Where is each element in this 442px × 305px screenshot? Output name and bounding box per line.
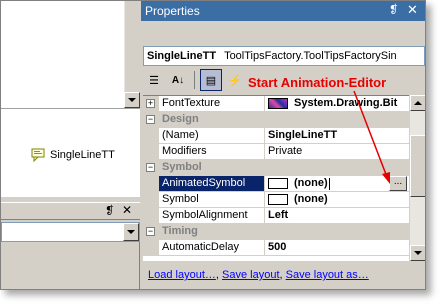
events-button[interactable]: ⚡ [224,69,246,91]
row-margin [143,128,159,143]
text-cursor [328,177,330,190]
property-value[interactable]: 500 [265,240,409,255]
command-separator: , [279,269,283,281]
scroll-up-button[interactable] [410,95,425,111]
property-name: (Name) [159,128,265,143]
component-label: SingleLineTT [50,149,115,161]
row-margin [143,240,159,255]
value-text: System.Drawing.Bit [294,97,398,109]
scroll-up-icon [414,101,422,105]
close-icon[interactable]: ✕ [122,203,132,217]
property-row-symbolalignment[interactable]: SymbolAlignment Left [143,208,409,224]
properties-view-button[interactable]: ▤ [200,69,222,91]
left-panel-body [1,242,140,289]
value-text: SingleLineTT [268,129,338,141]
collapse-icon[interactable]: − [146,163,155,172]
property-grid-scrollbar[interactable] [409,95,425,261]
row-margin: − [143,160,159,175]
load-layout-link[interactable]: Load layout… [148,269,216,281]
value-text: Left [268,209,289,221]
property-value[interactable]: Private [265,144,409,159]
property-name: Symbol [159,192,265,207]
category-name: Timing [162,225,198,237]
left-panel-combo[interactable] [1,222,140,242]
category-row-timing[interactable]: − Timing [143,224,409,240]
ellipsis-button[interactable]: ... [389,176,407,191]
properties-icon: ▤ [205,74,217,87]
category-row-design[interactable]: − Design [143,112,409,128]
screenshot-frame: SingleLineTT ❡ ✕ Properties ❡ ✕ SingleLi… [0,0,426,290]
scroll-down-icon [128,98,136,102]
dropdown-button[interactable] [123,223,139,241]
left-panel-title-bar [1,202,140,220]
collapse-icon[interactable]: − [146,115,155,124]
property-name: AutomaticDelay [159,240,265,255]
save-layout-link[interactable]: Save layout [222,269,279,281]
properties-title-bar: Properties [141,1,425,21]
properties-window: Properties ❡ ✕ SingleLineTT ToolTipsFact… [141,1,425,289]
toolbar-separator [194,71,195,89]
tooltip-component[interactable]: SingleLineTT [31,146,115,164]
property-row-modifiers[interactable]: Modifiers Private [143,144,409,160]
property-name: FontTexture [159,96,265,111]
designer-scroll-down-button[interactable] [124,92,140,108]
value-text: 500 [268,241,287,253]
row-margin [143,192,159,207]
row-margin: − [143,112,159,127]
category-name: Symbol [162,161,202,173]
collapse-icon[interactable]: − [146,227,155,236]
row-margin [143,144,159,159]
value-text: Private [268,145,303,157]
property-grid: + FontTexture System.Drawing.Bit − Desig… [143,95,409,261]
property-value[interactable]: SingleLineTT [265,128,409,143]
expand-icon[interactable]: + [146,99,155,108]
dropdown-arrow-icon [127,230,135,234]
events-icon: ⚡ [228,74,242,87]
categorized-button[interactable]: ☰ [143,69,165,91]
row-margin: − [143,224,159,239]
commands-pane: Load layout…, Save layout, Save layout a… [141,263,425,289]
pin-icon[interactable]: ❡ [389,3,398,16]
annotation-label: Start Animation-Editor [248,75,387,90]
properties-title: Properties [145,4,200,18]
property-row-fonttexture[interactable]: + FontTexture System.Drawing.Bit [143,96,409,112]
image-swatch [268,98,288,109]
property-name: SymbolAlignment [159,208,265,223]
category-row-symbol[interactable]: − Symbol [143,160,409,176]
tooltip-component-icon [31,148,47,163]
close-icon[interactable]: ✕ [407,2,418,18]
alphabetical-icon: A↓ [171,74,185,86]
object-name: SingleLineTT [147,50,217,62]
scroll-down-icon [414,251,422,255]
alphabetical-button[interactable]: A↓ [167,69,189,91]
property-value[interactable]: (none) [265,192,409,207]
row-margin [143,176,159,191]
property-row-name[interactable]: (Name) SingleLineTT [143,128,409,144]
row-margin: + [143,96,159,111]
property-value[interactable]: Left [265,208,409,223]
scroll-thumb[interactable] [410,135,425,197]
value-text: (none) [294,193,328,205]
color-swatch [268,178,288,189]
command-separator: , [215,269,219,281]
property-name: Modifiers [159,144,265,159]
save-layout-as-link[interactable]: Save layout as… [286,269,369,281]
color-swatch [268,194,288,205]
property-row-animatedsymbol[interactable]: AnimatedSymbol (none) ... [143,176,409,192]
object-selector[interactable]: SingleLineTT ToolTipsFactory.ToolTipsFac… [143,46,425,66]
value-text: (none) [294,177,328,189]
property-value[interactable]: System.Drawing.Bit [265,96,409,111]
object-type: ToolTipsFactory.ToolTipsFactorySin [224,50,397,62]
property-name: AnimatedSymbol [159,176,265,191]
pin-icon[interactable]: ❡ [105,204,114,217]
property-value[interactable]: (none) ... [265,176,409,191]
row-margin [143,208,159,223]
property-row-automaticdelay[interactable]: AutomaticDelay 500 [143,240,409,256]
category-name: Design [162,113,199,125]
scroll-down-button[interactable] [410,245,425,261]
categorized-icon: ☰ [149,74,159,87]
property-row-symbol[interactable]: Symbol (none) [143,192,409,208]
